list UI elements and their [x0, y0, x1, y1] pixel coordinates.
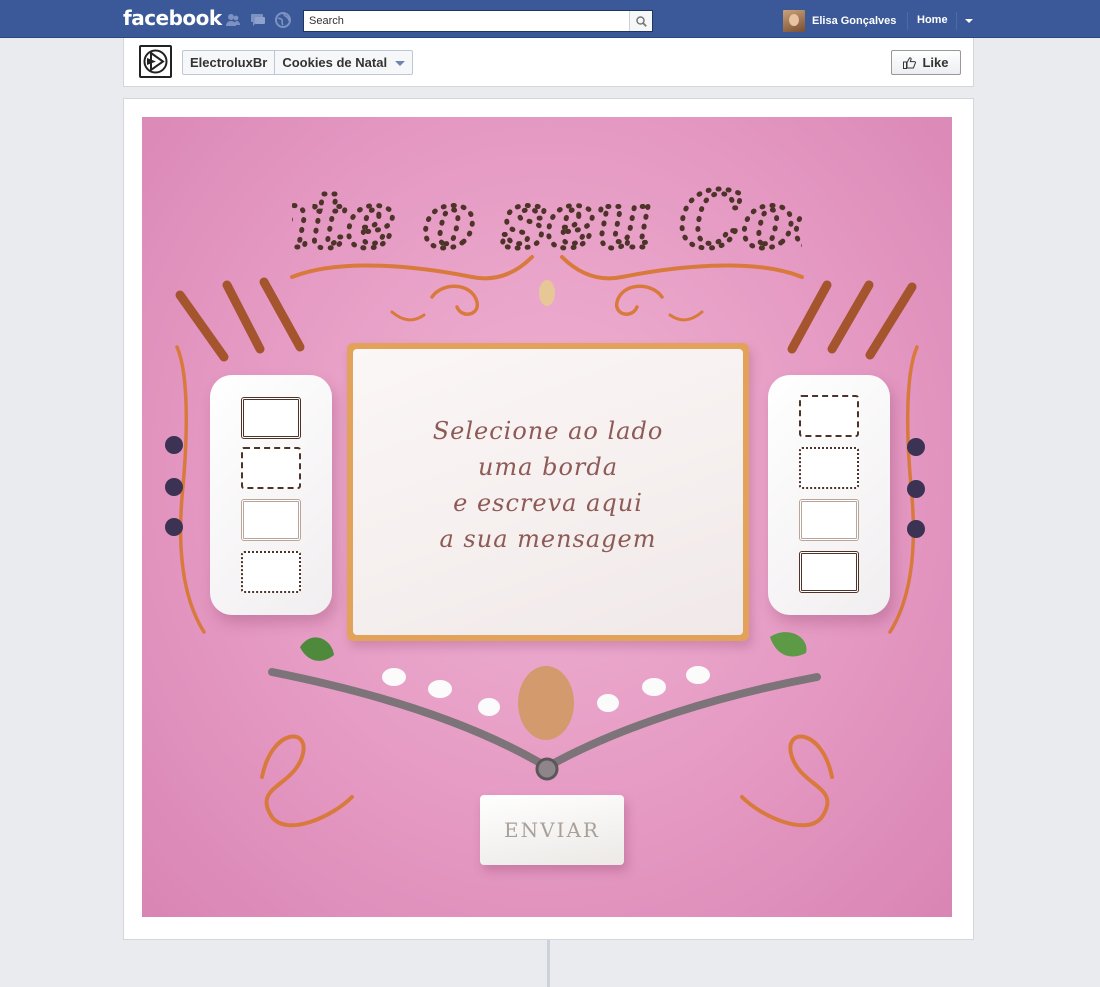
message-cookie: [347, 343, 749, 641]
enviar-button[interactable]: ENVIAR: [480, 795, 624, 865]
search-button[interactable]: [629, 11, 652, 31]
border-option-7[interactable]: [799, 499, 859, 541]
chevron-down-icon: [395, 61, 406, 67]
border-option-1[interactable]: [241, 397, 301, 439]
chevron-down-icon[interactable]: [965, 19, 973, 23]
facebook-logo[interactable]: facebook: [123, 6, 222, 30]
border-options-left: [210, 375, 332, 615]
timeline-divider: [547, 940, 550, 987]
search-box: [303, 10, 653, 32]
friend-requests-icon[interactable]: [225, 12, 241, 28]
user-name: Elisa Gonçalves: [812, 15, 897, 27]
border-option-3[interactable]: [241, 499, 301, 541]
nav-divider: [956, 12, 957, 30]
avatar: [783, 10, 805, 32]
like-button[interactable]: Like: [891, 50, 961, 75]
nav-divider: [907, 12, 908, 30]
home-link[interactable]: Home: [917, 14, 948, 26]
message-input[interactable]: [353, 349, 743, 635]
search-icon: [635, 15, 647, 27]
app-content-card: Monte o seu Cookie ENVIAR: [123, 98, 974, 940]
breadcrumb-app-label: Cookies de Natal: [282, 55, 388, 70]
like-label: Like: [922, 55, 949, 70]
user-profile-link[interactable]: Elisa Gonçalves: [783, 10, 896, 32]
app-title-text: Monte o seu Cookie: [292, 175, 802, 266]
search-input[interactable]: [304, 11, 630, 31]
border-option-6[interactable]: [799, 447, 859, 489]
border-option-8[interactable]: [799, 551, 859, 593]
electrolux-logo[interactable]: [139, 45, 172, 78]
top-navigation-bar: facebook Elisa Gonçalves Home: [0, 0, 1100, 38]
border-option-2[interactable]: [241, 447, 301, 489]
notifications-icon[interactable]: [275, 12, 291, 28]
thumbs-up-icon: [903, 56, 917, 69]
breadcrumb-page-link[interactable]: ElectroluxBr: [183, 51, 274, 74]
border-option-5[interactable]: [799, 395, 859, 437]
messages-icon[interactable]: [250, 12, 266, 28]
breadcrumb-app-dropdown[interactable]: Cookies de Natal: [274, 51, 412, 74]
border-options-right: [768, 375, 890, 615]
breadcrumb: ElectroluxBr Cookies de Natal: [182, 50, 414, 75]
app-title-graphic: Monte o seu Cookie: [292, 173, 802, 268]
border-option-4[interactable]: [241, 551, 301, 593]
page-header: ElectroluxBr Cookies de Natal Like: [123, 38, 974, 87]
cookie-app-canvas: Monte o seu Cookie ENVIAR: [142, 117, 952, 917]
electrolux-logo-icon: [143, 49, 168, 74]
enviar-label: ENVIAR: [504, 818, 600, 842]
